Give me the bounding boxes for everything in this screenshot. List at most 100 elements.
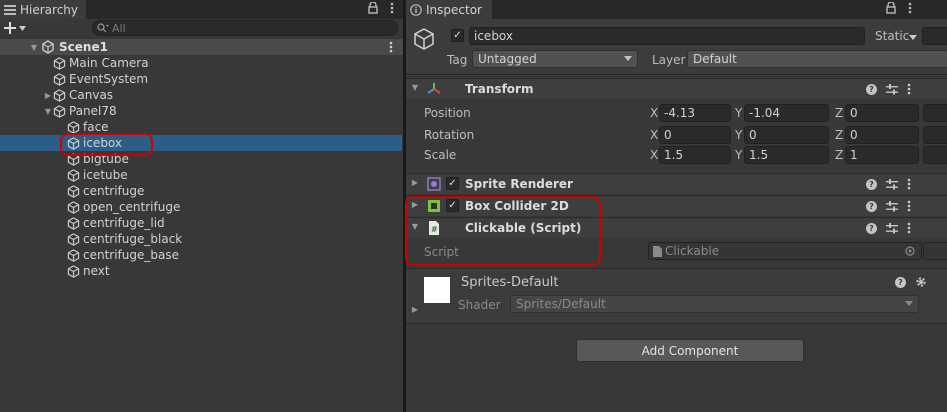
inspector-tab-controls [886, 2, 912, 14]
scale-z-input[interactable]: 1 [845, 146, 919, 164]
expand-arrow-icon[interactable]: ▶ [43, 91, 53, 100]
rotation-x-input[interactable]: 0 [659, 126, 731, 144]
rotation-label: Rotation [424, 128, 475, 142]
hierarchy-item[interactable]: centrifuge_black [0, 231, 402, 247]
help-icon[interactable]: ? [866, 200, 877, 212]
inspector-tab[interactable]: Inspector [406, 0, 492, 19]
position-y-label: Y [735, 106, 743, 120]
active-checkbox[interactable]: ✓ [451, 29, 464, 42]
gameobject-cube-icon [53, 72, 66, 86]
hierarchy-tabbar: Hierarchy [0, 0, 403, 19]
sprite-renderer-header[interactable]: ▶ ✓ Sprite Renderer ? [406, 173, 947, 194]
more-menu-icon[interactable] [390, 2, 394, 14]
hierarchy-item[interactable]: centrifuge [0, 183, 402, 199]
scale-y-input[interactable]: 1.5 [744, 146, 829, 164]
tag-dropdown[interactable]: Untagged [472, 50, 638, 68]
more-menu-icon[interactable] [908, 2, 912, 14]
lock-icon[interactable] [368, 2, 378, 14]
chevron-down-icon[interactable] [909, 35, 917, 40]
expand-arrow-icon[interactable]: ▼ [43, 107, 53, 116]
scale-x-input[interactable]: 1.5 [659, 146, 731, 164]
more-menu-icon[interactable] [907, 83, 911, 95]
hierarchy-item[interactable]: centrifuge_lid [0, 215, 402, 231]
position-z-input[interactable]: 0 [845, 104, 919, 122]
search-icon [97, 23, 109, 33]
gameobject-cube-icon [53, 104, 66, 118]
help-icon[interactable]: ? [866, 222, 877, 234]
position-extra-input[interactable] [923, 104, 947, 122]
static-label[interactable]: Static [875, 29, 909, 43]
hierarchy-item[interactable]: next [0, 263, 402, 279]
more-menu-icon[interactable] [907, 200, 911, 212]
shader-dropdown[interactable]: Sprites/Default [510, 295, 919, 313]
hierarchy-item[interactable]: face [0, 119, 402, 135]
presets-icon[interactable] [886, 222, 898, 234]
sprite-renderer-enabled-checkbox[interactable]: ✓ [446, 177, 459, 190]
hierarchy-item[interactable]: ▼ Panel78 [0, 103, 402, 119]
gameobject-cube-icon [67, 264, 80, 278]
rotation-y-label: Y [735, 128, 743, 142]
rotation-y-input[interactable]: 0 [744, 126, 829, 144]
tag-label: Tag [447, 53, 468, 67]
presets-icon[interactable] [886, 200, 898, 212]
help-icon[interactable]: ? [866, 83, 877, 95]
expand-arrow-icon[interactable]: ▼ [29, 43, 39, 52]
shader-value: Sprites/Default [516, 297, 606, 311]
add-object-button[interactable] [4, 20, 28, 36]
scene-row[interactable]: ▼ Scene1 [0, 39, 403, 55]
more-menu-icon[interactable] [907, 178, 911, 190]
help-icon[interactable]: ? [866, 178, 877, 190]
hierarchy-item-label: Canvas [69, 88, 114, 102]
hierarchy-item[interactable]: icetube [0, 167, 402, 183]
expand-arrow-icon[interactable]: ▶ [410, 178, 420, 187]
help-icon[interactable]: ? [895, 276, 906, 288]
hierarchy-tab[interactable]: Hierarchy [0, 0, 86, 19]
gameobject-cube-icon [67, 216, 80, 230]
presets-icon[interactable] [886, 178, 898, 190]
static-checkbox[interactable] [922, 27, 947, 45]
lock-icon[interactable] [886, 2, 896, 14]
object-picker-icon[interactable] [905, 246, 915, 256]
chevron-down-icon [19, 25, 26, 31]
hierarchy-item-label: centrifuge_lid [83, 216, 165, 230]
material-preview-swatch[interactable] [424, 277, 450, 303]
plus-icon [4, 22, 16, 34]
inspector-tabbar: Inspector [406, 0, 947, 19]
layer-dropdown[interactable]: Default [687, 50, 947, 68]
chevron-down-icon [905, 301, 913, 306]
script-reference-field[interactable]: Clickable [648, 242, 922, 260]
position-y-input[interactable]: -1.04 [744, 104, 829, 122]
position-z-label: Z [835, 106, 844, 120]
gameobject-cube-icon [67, 248, 80, 262]
hierarchy-item[interactable]: Main Camera [0, 55, 402, 71]
transform-header-icons: ? [866, 83, 911, 95]
hierarchy-search-input[interactable]: All [92, 20, 398, 36]
icebox-highlight-box [60, 133, 153, 156]
script-file-icon [653, 245, 662, 257]
rotation-z-label: Z [835, 128, 844, 142]
scene-menu-icon[interactable] [389, 41, 393, 53]
scale-extra-input[interactable] [923, 146, 947, 164]
hierarchy-item[interactable]: centrifuge_base [0, 247, 402, 263]
sprite-renderer-header-icons: ? [866, 178, 911, 190]
gameobject-cube-icon [414, 28, 434, 50]
object-name-input[interactable]: icebox [469, 27, 865, 45]
gear-icon[interactable] [915, 276, 927, 288]
rotation-x-label: X [650, 128, 659, 142]
hierarchy-item[interactable]: ▶ Canvas [0, 87, 402, 103]
hierarchy-item[interactable]: bigtube [0, 151, 402, 167]
expand-arrow-icon[interactable]: ▶ [410, 305, 420, 314]
rotation-extra-input[interactable] [923, 126, 947, 144]
add-component-button[interactable]: Add Component [576, 339, 804, 362]
gameobject-cube-icon [67, 168, 80, 182]
hierarchy-item-label: icetube [83, 168, 128, 182]
collapse-arrow-icon[interactable]: ▼ [410, 83, 420, 92]
hierarchy-item[interactable]: open_centrifuge [0, 199, 402, 215]
rotation-z-input[interactable]: 0 [845, 126, 919, 144]
more-menu-icon[interactable] [907, 222, 911, 234]
transform-header[interactable]: ▼ Transform ? [406, 78, 947, 99]
presets-icon[interactable] [886, 83, 898, 95]
hierarchy-item[interactable]: EventSystem [0, 71, 402, 87]
gameobject-cube-icon [53, 56, 66, 70]
position-x-input[interactable]: -4.13 [659, 104, 731, 122]
